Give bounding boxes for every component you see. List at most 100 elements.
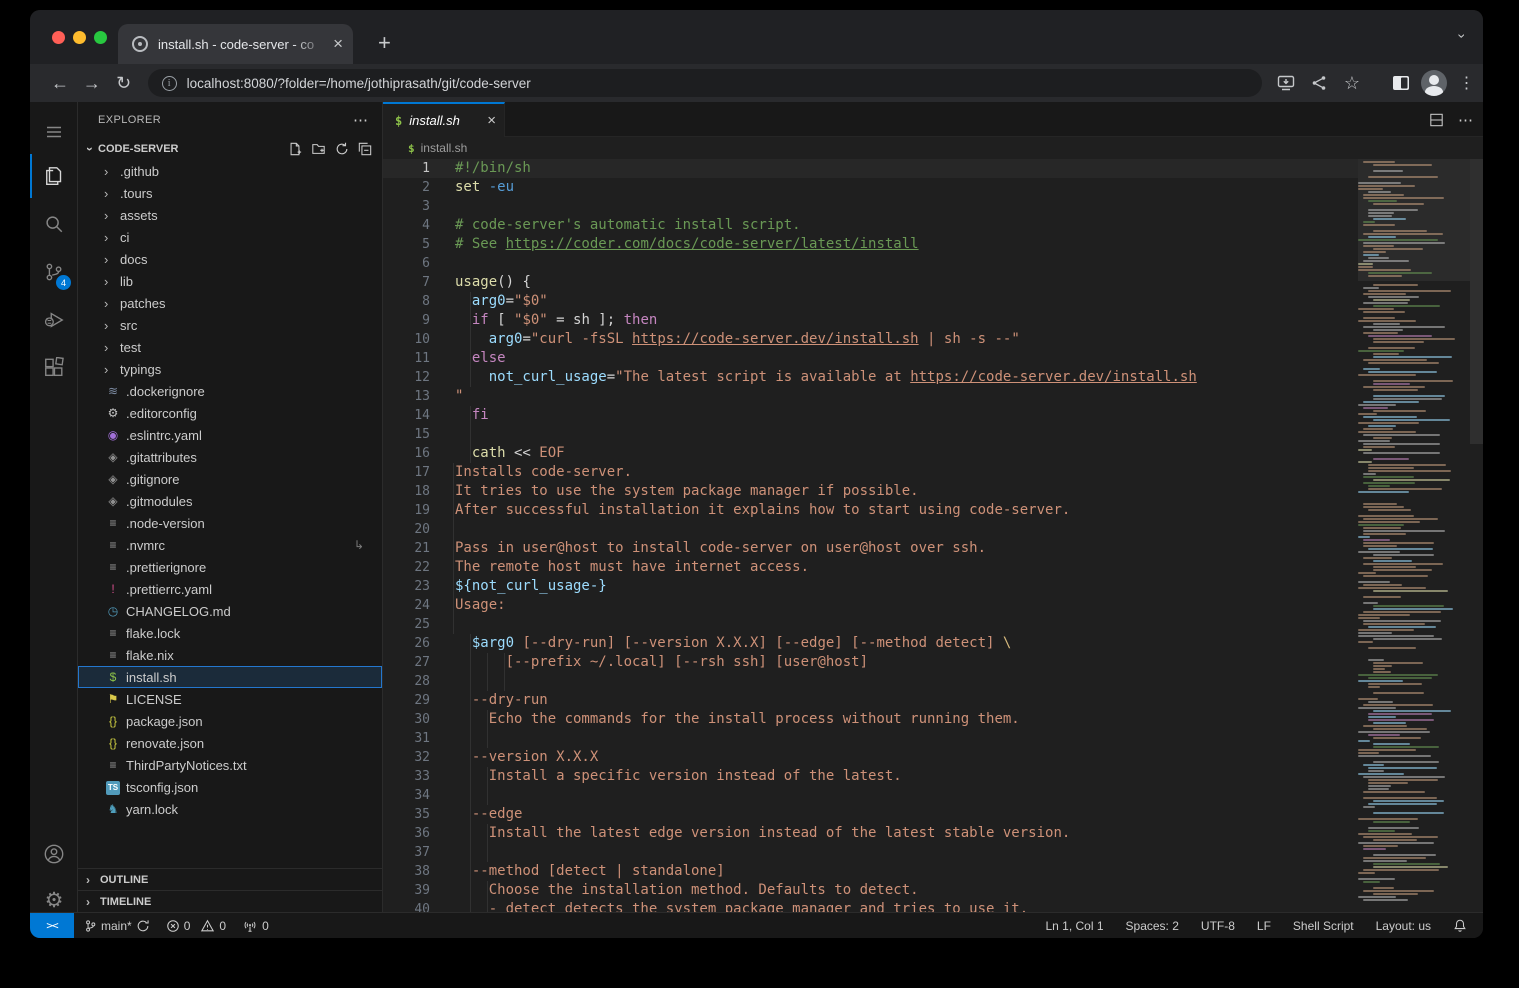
code-line-2[interactable]: 2set -eu — [383, 178, 1358, 197]
new-file-icon[interactable] — [288, 142, 302, 156]
folder-row-lib[interactable]: ›lib — [78, 270, 382, 292]
code-lines[interactable]: 1#!/bin/sh2set -eu34# code-server's auto… — [383, 159, 1483, 912]
file-row-prettierignore[interactable]: ≡.prettierignore — [78, 556, 382, 578]
remote-indicator[interactable]: >< — [30, 913, 74, 939]
code-line-28[interactable]: 28 — [383, 672, 1358, 691]
code-line-35[interactable]: 35 --edge — [383, 805, 1358, 824]
folder-row-assets[interactable]: ›assets — [78, 204, 382, 226]
file-row-gitmodules[interactable]: ◈.gitmodules — [78, 490, 382, 512]
new-tab-button[interactable]: + — [378, 32, 391, 54]
code-line-1[interactable]: 1#!/bin/sh — [383, 159, 1358, 178]
code-line-25[interactable]: 25 — [383, 615, 1358, 634]
timeline-panel-header[interactable]: › TIMELINE — [78, 890, 382, 912]
code-line-5[interactable]: 5# See https://coder.com/docs/code-serve… — [383, 235, 1358, 254]
close-window-button[interactable] — [52, 31, 65, 44]
code-line-12[interactable]: 12 not_curl_usage="The latest script is … — [383, 368, 1358, 387]
cursor-position[interactable]: Ln 1, Col 1 — [1045, 919, 1103, 933]
folder-row-patches[interactable]: ›patches — [78, 292, 382, 314]
folder-row-github[interactable]: ›.github — [78, 160, 382, 182]
code-line-40[interactable]: 40 - detect detects the system package m… — [383, 900, 1358, 912]
code-line-21[interactable]: 21Pass in user@host to install code-serv… — [383, 539, 1358, 558]
code-line-7[interactable]: 7usage() { — [383, 273, 1358, 292]
account-icon[interactable] — [30, 832, 78, 876]
reload-button[interactable]: ↻ — [108, 73, 140, 94]
code-line-11[interactable]: 11 else — [383, 349, 1358, 368]
code-line-10[interactable]: 10 arg0="curl -fsSL https://code-server.… — [383, 330, 1358, 349]
code-line-39[interactable]: 39 Choose the installation method. Defau… — [383, 881, 1358, 900]
file-row-changelog.md[interactable]: ◷CHANGELOG.md — [78, 600, 382, 622]
refresh-icon[interactable] — [335, 142, 349, 156]
code-line-30[interactable]: 30 Echo the commands for the install pro… — [383, 710, 1358, 729]
file-row-tsconfig.json[interactable]: TStsconfig.json — [78, 776, 382, 798]
encoding[interactable]: UTF-8 — [1201, 919, 1235, 933]
workspace-section-header[interactable]: › CODE-SERVER — [78, 138, 382, 160]
code-line-24[interactable]: 24Usage: — [383, 596, 1358, 615]
run-debug-activity-icon[interactable] — [30, 298, 78, 342]
code-line-33[interactable]: 33 Install a specific version instead of… — [383, 767, 1358, 786]
profile-avatar[interactable] — [1417, 70, 1450, 96]
source-control-activity-icon[interactable]: 4 — [30, 250, 78, 294]
editor-tab-install-sh[interactable]: $ install.sh × — [383, 102, 505, 137]
code-line-31[interactable]: 31 — [383, 729, 1358, 748]
code-line-17[interactable]: 17Installs code-server. — [383, 463, 1358, 482]
side-panel-icon[interactable] — [1384, 75, 1417, 91]
editor-scrollbar[interactable] — [1470, 159, 1483, 444]
file-row-prettierrc.yaml[interactable]: !.prettierrc.yaml — [78, 578, 382, 600]
keyboard-layout[interactable]: Layout: us — [1376, 919, 1431, 933]
folder-row-docs[interactable]: ›docs — [78, 248, 382, 270]
code-line-34[interactable]: 34 — [383, 786, 1358, 805]
code-line-27[interactable]: 27 [--prefix ~/.local] [--rsh ssh] [user… — [383, 653, 1358, 672]
split-editor-icon[interactable] — [1429, 113, 1444, 127]
back-button[interactable]: ← — [44, 73, 76, 94]
file-row-gitignore[interactable]: ◈.gitignore — [78, 468, 382, 490]
bookmark-star-icon[interactable]: ☆ — [1335, 73, 1368, 94]
file-row-renovate.json[interactable]: {}renovate.json — [78, 732, 382, 754]
branch-status-item[interactable]: main* — [84, 919, 150, 933]
address-bar[interactable]: i localhost:8080/?folder=/home/jothipras… — [148, 69, 1262, 97]
code-line-13[interactable]: 13" — [383, 387, 1358, 406]
file-row-install.sh[interactable]: $install.sh — [78, 666, 382, 688]
browser-tab[interactable]: install.sh - code-server - co × — [118, 24, 353, 64]
explorer-more-icon[interactable]: ⋯ — [353, 111, 368, 129]
language-mode[interactable]: Shell Script — [1293, 919, 1354, 933]
editor-more-actions-icon[interactable]: ⋯ — [1458, 111, 1473, 129]
file-row-nvmrc[interactable]: ≡.nvmrc↳ — [78, 534, 382, 556]
file-row-node-version[interactable]: ≡.node-version — [78, 512, 382, 534]
file-row-gitattributes[interactable]: ◈.gitattributes — [78, 446, 382, 468]
share-icon[interactable] — [1303, 75, 1336, 91]
browser-menu-kebab-icon[interactable]: ⋮ — [1450, 73, 1483, 93]
code-line-4[interactable]: 4# code-server's automatic install scrip… — [383, 216, 1358, 235]
file-row-eslintrc.yaml[interactable]: ◉.eslintrc.yaml — [78, 424, 382, 446]
new-folder-icon[interactable] — [311, 142, 326, 156]
site-info-icon[interactable]: i — [162, 76, 177, 91]
search-activity-icon[interactable] — [30, 202, 78, 246]
code-line-29[interactable]: 29 --dry-run — [383, 691, 1358, 710]
file-row-license[interactable]: ⚑LICENSE — [78, 688, 382, 710]
eol[interactable]: LF — [1257, 919, 1271, 933]
file-row-flake.lock[interactable]: ≡flake.lock — [78, 622, 382, 644]
forward-button[interactable]: → — [76, 73, 108, 94]
explorer-activity-icon[interactable] — [30, 154, 78, 198]
folder-row-test[interactable]: ›test — [78, 336, 382, 358]
editor-tab-close-icon[interactable]: × — [487, 112, 496, 129]
breadcrumb[interactable]: $ install.sh — [383, 137, 1483, 159]
url-text[interactable]: localhost:8080/?folder=/home/jothiprasat… — [187, 76, 531, 91]
problems-status-item[interactable]: 0 0 — [166, 919, 226, 933]
code-line-32[interactable]: 32 --version X.X.X — [383, 748, 1358, 767]
code-line-9[interactable]: 9 if [ "$0" = sh ]; then — [383, 311, 1358, 330]
folder-row-tours[interactable]: ›.tours — [78, 182, 382, 204]
code-line-8[interactable]: 8 arg0="$0" — [383, 292, 1358, 311]
tab-search-chevron-icon[interactable]: › — [1455, 34, 1471, 39]
maximize-window-button[interactable] — [94, 31, 107, 44]
code-line-19[interactable]: 19After successful installation it expla… — [383, 501, 1358, 520]
code-line-3[interactable]: 3 — [383, 197, 1358, 216]
code-line-37[interactable]: 37 — [383, 843, 1358, 862]
outline-panel-header[interactable]: › OUTLINE — [78, 868, 382, 890]
code-line-36[interactable]: 36 Install the latest edge version inste… — [383, 824, 1358, 843]
code-line-16[interactable]: 16 cath << EOF — [383, 444, 1358, 463]
file-row-dockerignore[interactable]: ≋.dockerignore — [78, 380, 382, 402]
install-app-icon[interactable] — [1270, 75, 1303, 91]
minimap[interactable] — [1358, 159, 1470, 912]
indentation[interactable]: Spaces: 2 — [1126, 919, 1179, 933]
code-line-23[interactable]: 23${not_curl_usage-} — [383, 577, 1358, 596]
